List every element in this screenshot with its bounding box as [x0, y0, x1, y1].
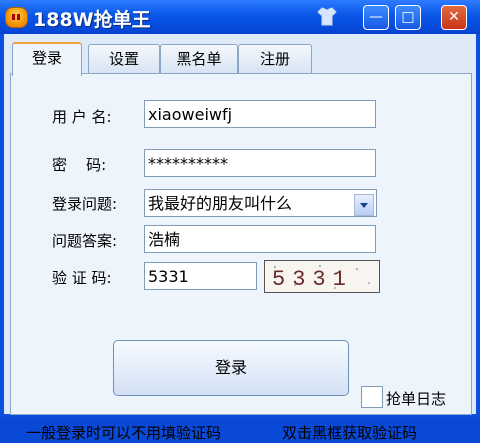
password-field[interactable]: **********: [144, 149, 376, 177]
client-area: 登录 设置 黑名单 注册 用 户 名: xiaoweiwfj 密 码: ****…: [4, 34, 476, 442]
hint-left: 一般登录时可以不用填验证码: [26, 424, 222, 442]
captcha-image[interactable]: 5331: [264, 260, 380, 293]
tab-settings[interactable]: 设置: [88, 44, 160, 73]
close-button[interactable]: ✕: [441, 5, 467, 30]
minimize-button[interactable]: —: [363, 5, 389, 30]
captcha-text: 5331: [272, 267, 353, 292]
chevron-down-icon[interactable]: [354, 194, 374, 216]
question-selected-value: 我最好的朋友叫什么: [148, 194, 293, 213]
order-log-label: 抢单日志: [386, 390, 447, 408]
maximize-button[interactable]: □: [395, 5, 421, 30]
question-select[interactable]: 我最好的朋友叫什么: [144, 189, 377, 217]
captcha-field[interactable]: 5331: [144, 262, 257, 290]
app-logo-icon: [5, 7, 28, 28]
password-label: 密 码:: [52, 156, 107, 174]
answer-field[interactable]: 浩楠: [144, 225, 376, 253]
username-field[interactable]: xiaoweiwfj: [144, 100, 376, 128]
title-bar: 188W抢单王 — □ ✕: [0, 0, 480, 34]
tab-register[interactable]: 注册: [238, 44, 312, 73]
window-title: 188W抢单王: [33, 9, 151, 31]
app-window: 188W抢单王 — □ ✕ 登录 设置 黑名单 注册 用 户 名: xiaowe…: [0, 0, 480, 442]
question-label: 登录问题:: [52, 195, 118, 213]
captcha-label: 验 证 码:: [52, 269, 112, 287]
username-label: 用 户 名:: [52, 108, 112, 126]
login-button[interactable]: 登录: [113, 340, 349, 396]
answer-label: 问题答案:: [52, 232, 118, 250]
shirt-icon[interactable]: [316, 6, 338, 26]
tab-login[interactable]: 登录: [12, 42, 82, 76]
hint-right: 双击黑框获取验证码: [282, 424, 418, 442]
order-log-checkbox[interactable]: [361, 386, 383, 408]
captcha-noise: 5331: [272, 265, 370, 292]
tab-blacklist[interactable]: 黑名单: [160, 44, 238, 73]
